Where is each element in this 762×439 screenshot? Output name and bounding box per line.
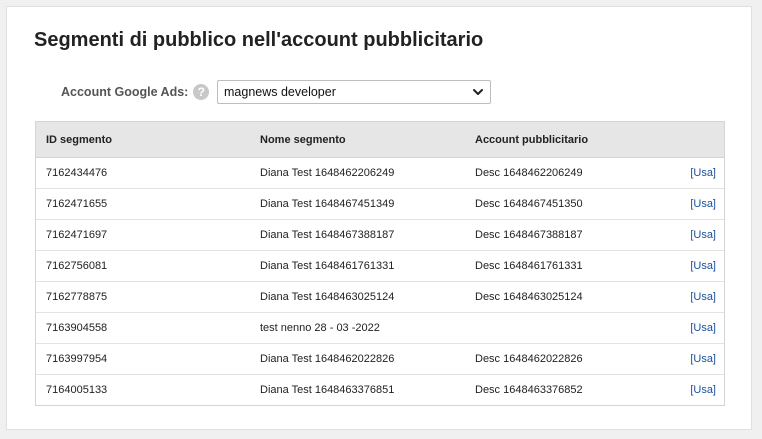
cell-account: Desc 1648467388187	[475, 229, 583, 241]
cell-name: test nenno 28 - 03 -2022	[260, 322, 380, 334]
cell-id: 7162471655	[46, 198, 108, 210]
cell-account: Desc 1648463025124	[475, 291, 583, 303]
cell-account: Desc 1648462022826	[475, 353, 583, 365]
use-link[interactable]: [Usa]	[690, 291, 716, 303]
cell-name: Diana Test 1648463025124	[260, 291, 395, 303]
header-name: Nome segmento	[260, 133, 346, 146]
table-row: 7162471697 Diana Test 1648467388187 Desc…	[36, 220, 724, 251]
cell-account: Desc 1648461761331	[475, 260, 583, 272]
cell-id: 7164005133	[46, 384, 108, 396]
cell-id: 7162471697	[46, 229, 108, 241]
use-link[interactable]: [Usa]	[690, 229, 716, 241]
table-row: 7162756081 Diana Test 1648461761331 Desc…	[36, 251, 724, 282]
table-row: 7163997954 Diana Test 1648462022826 Desc…	[36, 344, 724, 375]
cell-name: Diana Test 1648467388187	[260, 229, 395, 241]
account-label: Account Google Ads:	[61, 85, 189, 99]
table-row: 7162778875 Diana Test 1648463025124 Desc…	[36, 282, 724, 313]
segments-table: ID segmento Nome segmento Account pubbli…	[35, 121, 725, 406]
use-link[interactable]: [Usa]	[690, 322, 716, 334]
cell-account: Desc 1648462206249	[475, 167, 583, 179]
use-link[interactable]: [Usa]	[690, 198, 716, 210]
header-account: Account pubblicitario	[475, 133, 589, 146]
help-circle-icon[interactable]: ?	[193, 84, 210, 100]
cell-id: 7163997954	[46, 353, 108, 365]
cell-id: 7162434476	[46, 167, 108, 179]
table-row: 7162471655 Diana Test 1648467451349 Desc…	[36, 189, 724, 220]
cell-name: Diana Test 1648467451349	[260, 198, 395, 210]
cell-account: Desc 1648467451350	[475, 198, 583, 210]
use-link[interactable]: [Usa]	[690, 260, 716, 272]
table-row: 7163904558 test nenno 28 - 03 -2022 [Usa…	[36, 313, 724, 344]
cell-name: Diana Test 1648461761331	[260, 260, 395, 272]
chevron-down-icon	[473, 89, 483, 95]
cell-name: Diana Test 1648462206249	[260, 167, 395, 179]
cell-id: 7163904558	[46, 322, 108, 334]
header-id: ID segmento	[46, 133, 113, 146]
cell-name: Diana Test 1648463376851	[260, 384, 395, 396]
main-panel: Segmenti di pubblico nell'account pubbli…	[6, 6, 752, 430]
account-select-value: magnews developer	[224, 85, 336, 99]
cell-account: Desc 1648463376852	[475, 384, 583, 396]
cell-name: Diana Test 1648462022826	[260, 353, 395, 365]
account-select[interactable]: magnews developer	[217, 80, 491, 104]
use-link[interactable]: [Usa]	[690, 167, 716, 179]
table-row: 7164005133 Diana Test 1648463376851 Desc…	[36, 375, 724, 405]
use-link[interactable]: [Usa]	[690, 384, 716, 396]
table-row: 7162434476 Diana Test 1648462206249 Desc…	[36, 158, 724, 189]
account-row: Account Google Ads: ?	[61, 80, 210, 104]
table-header: ID segmento Nome segmento Account pubbli…	[36, 122, 724, 158]
page-title: Segmenti di pubblico nell'account pubbli…	[34, 29, 484, 51]
use-link[interactable]: [Usa]	[690, 353, 716, 365]
cell-id: 7162756081	[46, 260, 108, 272]
cell-id: 7162778875	[46, 291, 108, 303]
